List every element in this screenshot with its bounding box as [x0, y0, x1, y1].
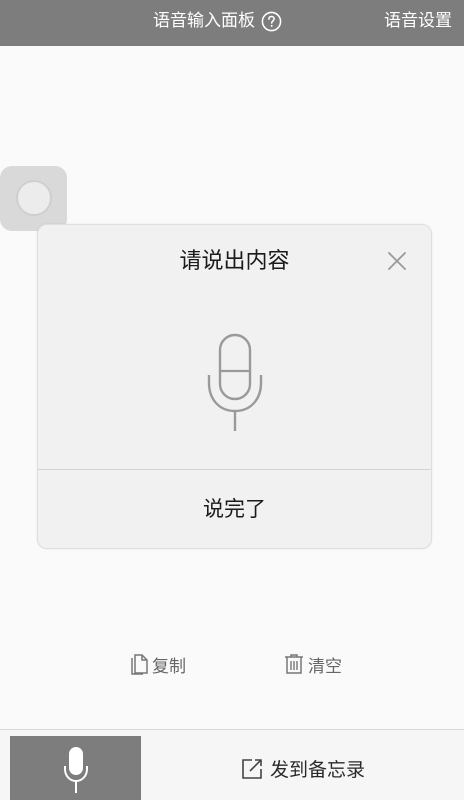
close-icon[interactable]	[385, 249, 409, 273]
trash-icon	[285, 654, 303, 674]
floating-assist-dot	[16, 180, 52, 216]
copy-label: 复制	[152, 656, 186, 677]
send-to-memo-label: 发到备忘录	[269, 759, 365, 781]
help-icon[interactable]	[261, 11, 282, 32]
microphone-icon	[207, 333, 263, 431]
top-bar: 语音输入面板 语音设置	[0, 0, 464, 46]
panel-title-group: 语音输入面板	[153, 9, 282, 33]
share-icon	[242, 758, 262, 779]
clear-button[interactable]: 清空	[283, 650, 342, 678]
floating-assist-button[interactable]	[0, 166, 67, 231]
copy-icon	[131, 654, 148, 675]
microphone-icon	[64, 747, 88, 793]
dialog-title: 请说出内容	[179, 249, 290, 274]
voice-input-panel: 语音输入面板 语音设置 请说出内容 说完了 复制 清空 发到备忘录	[0, 0, 464, 800]
voice-settings-button[interactable]: 语音设置	[384, 9, 452, 33]
voice-dialog: 请说出内容 说完了	[37, 224, 432, 549]
bottom-bar: 发到备忘录	[0, 729, 464, 800]
copy-button[interactable]: 复制	[129, 650, 186, 678]
panel-title: 语音输入面板	[153, 11, 255, 31]
send-to-memo-button[interactable]: 发到备忘录	[141, 736, 464, 800]
finish-speaking-button[interactable]: 说完了	[38, 470, 431, 549]
voice-input-tab[interactable]	[10, 736, 141, 800]
clear-label: 清空	[308, 656, 342, 677]
